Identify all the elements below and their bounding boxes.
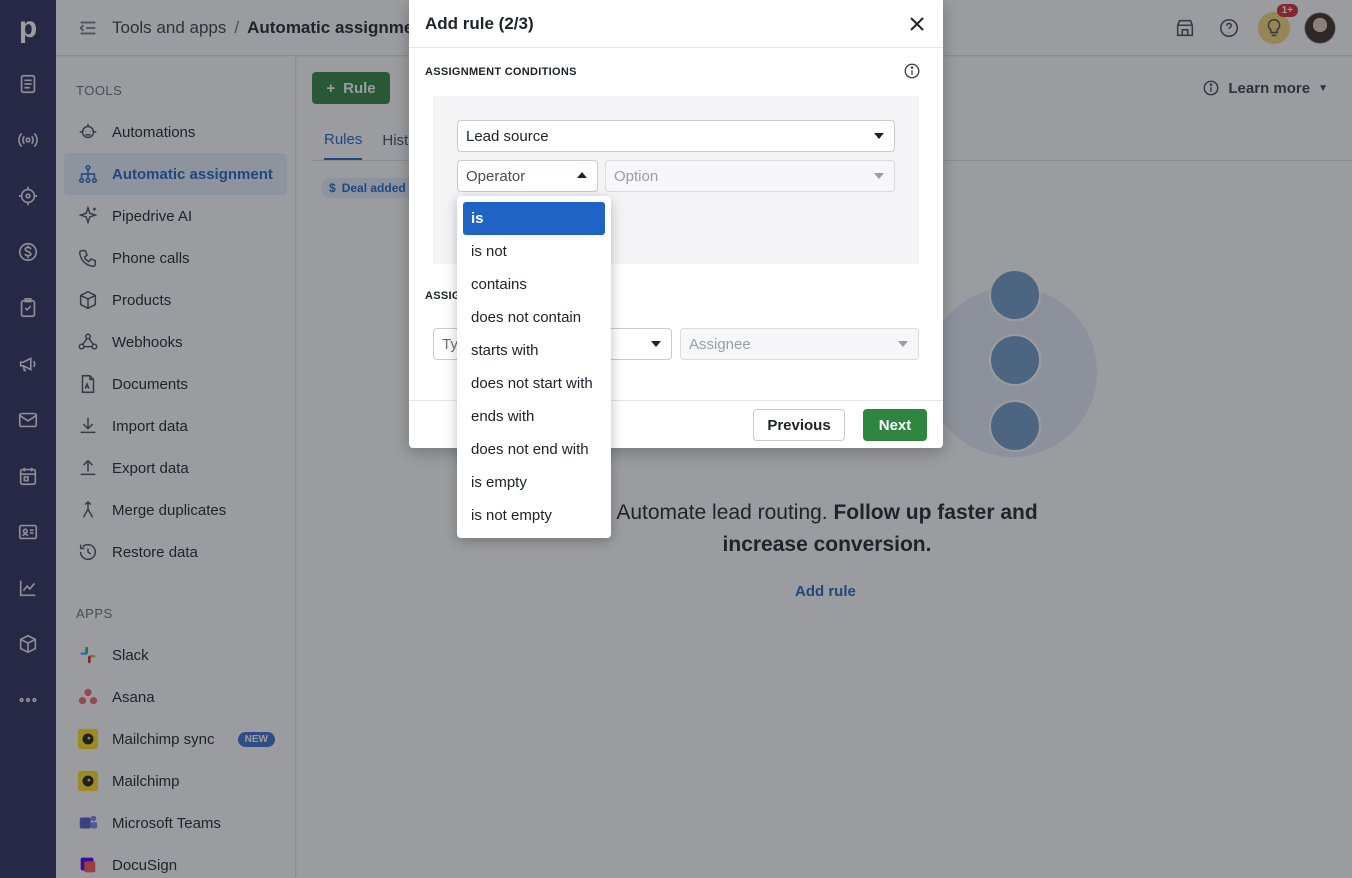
next-button[interactable]: Next (863, 409, 927, 441)
operator-option[interactable]: contains (463, 268, 605, 301)
close-icon[interactable] (907, 14, 927, 34)
chevron-up-icon (577, 172, 587, 178)
operator-select[interactable]: Operator (457, 160, 598, 192)
operator-option[interactable]: is not empty (463, 499, 605, 532)
operator-option[interactable]: ends with (463, 400, 605, 433)
assignment-type-placeholder: Ty (442, 335, 458, 353)
assignment-section-title: ASSIG (425, 290, 461, 302)
chevron-down-icon (898, 341, 908, 347)
chevron-down-icon (874, 133, 884, 139)
modal-header: Add rule (2/3) (409, 0, 943, 48)
operator-option[interactable]: does not start with (463, 367, 605, 400)
operator-option[interactable]: is (463, 202, 605, 235)
lead-source-value: Lead source (466, 127, 549, 145)
info-icon[interactable] (903, 62, 921, 85)
operator-dropdown: is is not contains does not contain starts w… (457, 196, 611, 538)
chevron-down-icon (874, 173, 884, 179)
previous-button[interactable]: Previous (753, 409, 845, 441)
lead-source-select[interactable]: Lead source (457, 120, 895, 152)
assignee-placeholder: Assignee (689, 335, 751, 353)
operator-option[interactable]: is not (463, 235, 605, 268)
operator-option[interactable]: does not end with (463, 433, 605, 466)
operator-option[interactable]: does not contain (463, 301, 605, 334)
conditions-section-title: ASSIGNMENT CONDITIONS (425, 66, 577, 78)
operator-option[interactable]: starts with (463, 334, 605, 367)
option-placeholder: Option (614, 167, 659, 185)
assignee-select[interactable]: Assignee (680, 328, 919, 360)
operator-option[interactable]: is empty (463, 466, 605, 499)
chevron-down-icon (651, 341, 661, 347)
option-select[interactable]: Option (605, 160, 895, 192)
modal-title: Add rule (2/3) (425, 13, 534, 33)
operator-placeholder: Operator (466, 167, 526, 185)
